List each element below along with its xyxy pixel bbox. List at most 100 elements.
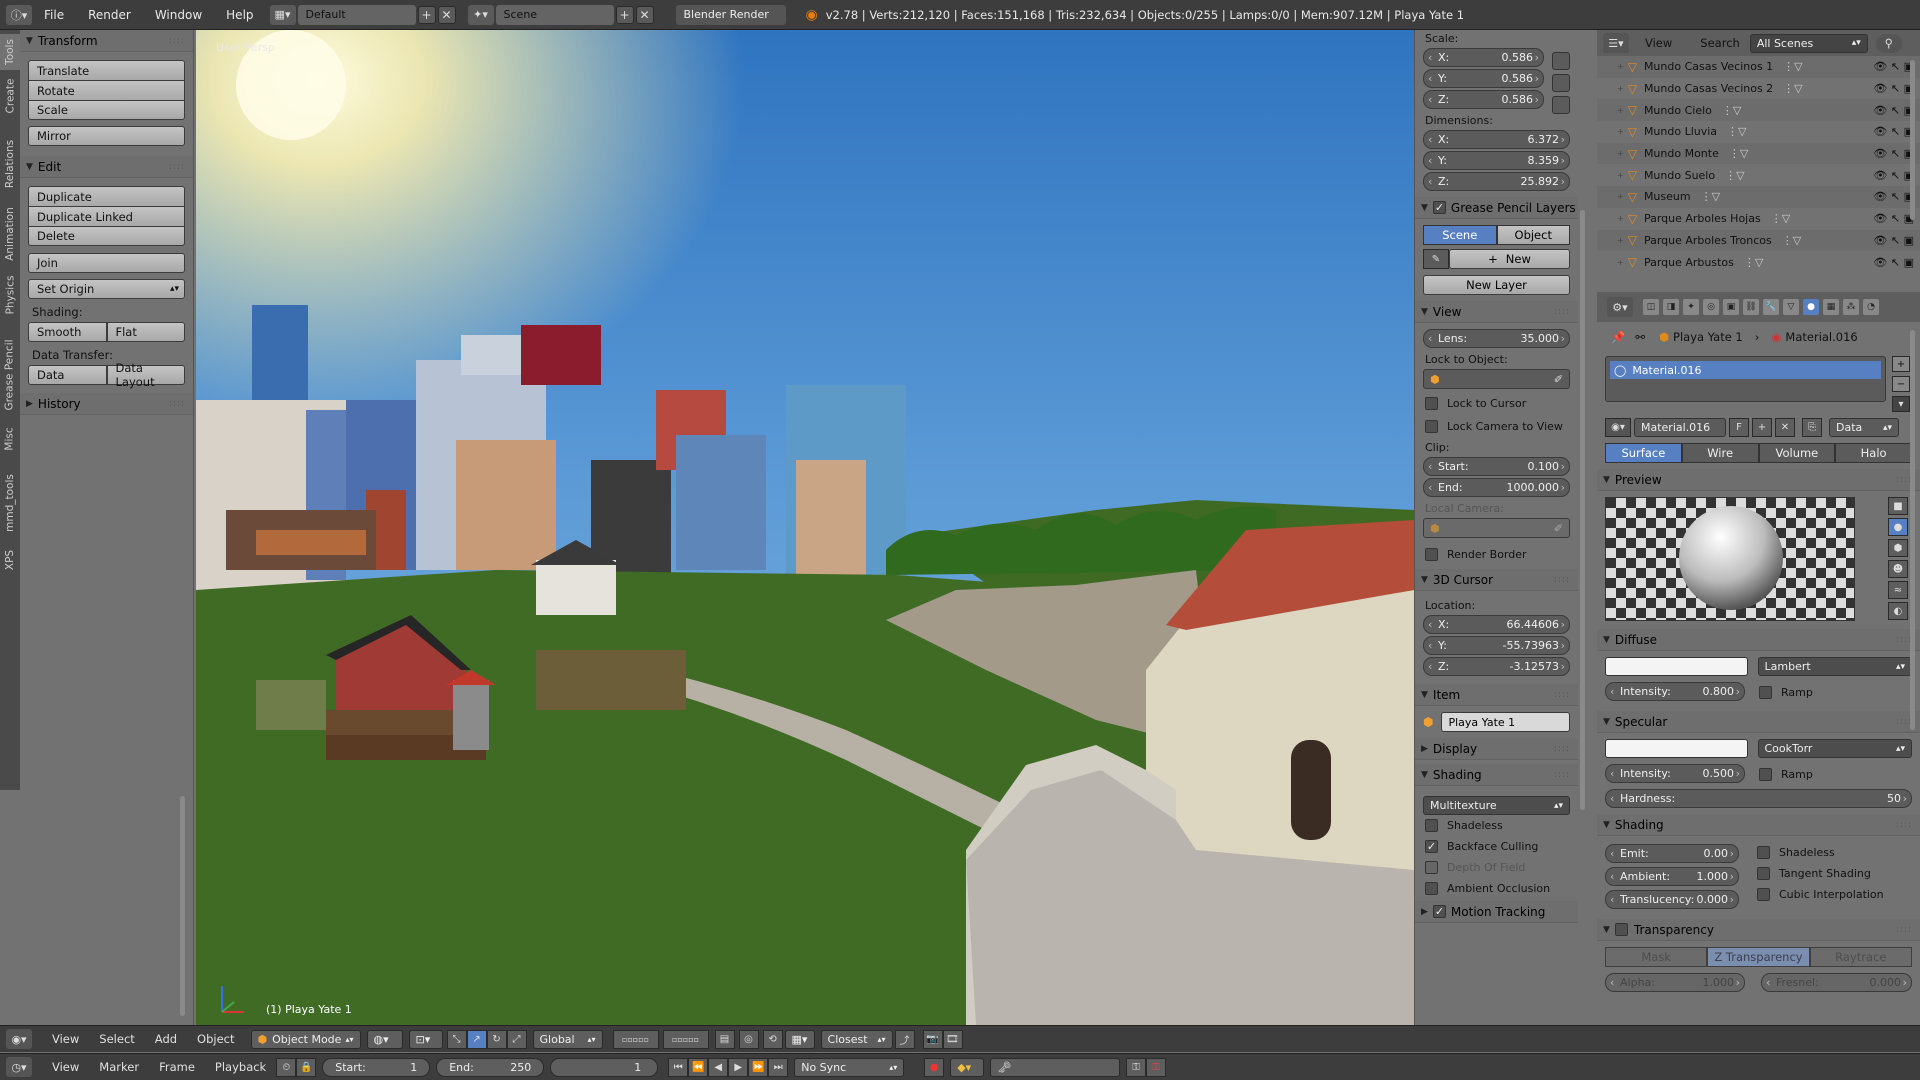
expand-icon[interactable]: + bbox=[1617, 214, 1624, 223]
render-opengl-icon[interactable]: 📷 bbox=[922, 1029, 943, 1049]
translucency-field[interactable]: Translucency:0.000 bbox=[1605, 890, 1739, 909]
data-tab-icon[interactable]: ▽ bbox=[1783, 299, 1799, 315]
transparency-panel-header[interactable]: ▼ Transparency:::: bbox=[1597, 919, 1920, 941]
select-menu[interactable]: Select bbox=[99, 1032, 134, 1046]
specular-intensity-field[interactable]: Intensity: 0.500 bbox=[1605, 764, 1745, 783]
preview-cube-icon[interactable]: ⬢ bbox=[1888, 539, 1908, 557]
local-camera-field[interactable]: ⬢ ✐ bbox=[1423, 518, 1570, 538]
grip-icon[interactable]: :::: bbox=[1554, 307, 1570, 317]
motion-tracking-checkbox[interactable]: ✓ bbox=[1432, 905, 1446, 918]
mirror-button[interactable]: Mirror bbox=[28, 126, 185, 146]
history-panel-header[interactable]: ▶ History:::: bbox=[20, 393, 193, 415]
constraints-tab-icon[interactable]: ⛓ bbox=[1743, 299, 1759, 315]
cursor-y-field[interactable]: Y: -55.73963 bbox=[1423, 636, 1570, 655]
visibility-icons[interactable]: 👁 ↖ ▣ bbox=[1873, 169, 1914, 182]
grip-icon[interactable]: :::: bbox=[1896, 925, 1912, 935]
menu-file[interactable]: File bbox=[44, 8, 64, 22]
ambient-occlusion-checkbox[interactable]: Ambient Occlusion bbox=[1425, 882, 1568, 895]
scale-button[interactable]: Scale bbox=[28, 100, 185, 120]
visibility-icons[interactable]: 👁 ↖ ▣ bbox=[1873, 60, 1914, 73]
preview-sky-icon[interactable]: ◐ bbox=[1888, 602, 1908, 620]
grip-icon[interactable]: :::: bbox=[1554, 575, 1570, 585]
scene-tab-icon[interactable]: ✦ bbox=[1683, 299, 1699, 315]
frame-menu[interactable]: Frame bbox=[159, 1060, 195, 1074]
transparency-checkbox[interactable] bbox=[1614, 923, 1628, 936]
lock-camera-checkbox[interactable]: Lock Camera to View bbox=[1425, 420, 1568, 433]
toolshelf-scrollbar[interactable] bbox=[180, 796, 185, 1016]
unlink-material-icon[interactable]: ✕ bbox=[1775, 418, 1795, 437]
view-menu[interactable]: View bbox=[52, 1032, 79, 1046]
expand-icon[interactable]: + bbox=[1617, 236, 1624, 245]
outliner-editor-icon[interactable]: ☰▾ bbox=[1603, 33, 1629, 53]
play-reverse-icon[interactable]: ◀ bbox=[708, 1057, 729, 1077]
hardness-field[interactable]: Hardness: 50 bbox=[1605, 789, 1912, 808]
expand-icon[interactable]: + bbox=[1617, 149, 1624, 158]
expand-icon[interactable]: + bbox=[1617, 258, 1624, 267]
diffuse-color-swatch[interactable] bbox=[1605, 657, 1748, 676]
outliner-scrollbar[interactable] bbox=[1910, 60, 1915, 220]
depth-of-field-checkbox[interactable]: Depth Of Field bbox=[1425, 861, 1568, 874]
grip-icon[interactable]: :::: bbox=[1554, 770, 1570, 780]
viewport-shading-select[interactable]: ◍▾ bbox=[366, 1029, 403, 1049]
grip-icon[interactable]: :::: bbox=[169, 162, 185, 172]
timeline-view-menu[interactable]: View bbox=[52, 1060, 79, 1074]
remove-scene-button[interactable]: ✕ bbox=[635, 5, 654, 24]
scale-manipulator-icon[interactable]: ⤢ bbox=[506, 1029, 527, 1049]
visibility-icons[interactable]: 👁 ↖ ▣ bbox=[1873, 125, 1914, 138]
properties-editor-icon[interactable]: ⚙▾ bbox=[1607, 297, 1633, 317]
shading-mode-select[interactable]: Multitexture ▴▾ bbox=[1423, 796, 1570, 815]
playback-menu[interactable]: Playback bbox=[215, 1060, 266, 1074]
outliner-row[interactable]: + ▽ Parque Arboles Troncos ⋮▽ 👁 ↖ ▣ bbox=[1597, 229, 1920, 252]
render-animation-icon[interactable]: 🎞 bbox=[942, 1029, 963, 1049]
material-slot-list[interactable]: ◯ Material.016 bbox=[1605, 356, 1886, 402]
mode-select[interactable]: ⬢ Object Mode ▴▾ bbox=[250, 1029, 361, 1049]
pin-icon[interactable]: 📌 bbox=[1611, 330, 1625, 344]
z-transparency-tab[interactable]: Z Transparency bbox=[1707, 947, 1810, 967]
tab-xps[interactable]: XPS bbox=[0, 542, 20, 578]
edit-panel-header[interactable]: ▼ Edit:::: bbox=[20, 156, 193, 178]
tab-animation[interactable]: Animation bbox=[0, 202, 20, 266]
lock-range-icon[interactable]: 🔒 bbox=[296, 1057, 317, 1077]
gp-object-button[interactable]: Object bbox=[1496, 225, 1570, 245]
scene-field[interactable]: Scene bbox=[495, 4, 614, 25]
emit-field[interactable]: Emit: 0.00 bbox=[1605, 844, 1739, 863]
preview-monkey-icon[interactable]: ☻ bbox=[1888, 560, 1908, 578]
properties-scrollbar[interactable] bbox=[1910, 330, 1915, 730]
raytrace-tab[interactable]: Raytrace bbox=[1809, 947, 1912, 967]
lock-icon[interactable] bbox=[1552, 96, 1570, 114]
snap-toggle-icon[interactable]: ⟲ bbox=[762, 1029, 783, 1049]
3d-cursor-panel-header[interactable]: ▼ 3D Cursor:::: bbox=[1415, 569, 1578, 591]
lock-icon[interactable] bbox=[1552, 52, 1570, 70]
jump-end-icon[interactable]: ⏭ bbox=[768, 1057, 789, 1077]
duplicate-linked-button[interactable]: Duplicate Linked bbox=[28, 206, 185, 226]
visibility-icons[interactable]: 👁 ↖ ▣ bbox=[1873, 256, 1914, 269]
add-slot-icon[interactable]: + bbox=[1892, 356, 1910, 372]
object-menu[interactable]: Object bbox=[197, 1032, 234, 1046]
object-tab-icon[interactable]: ▣ bbox=[1723, 299, 1739, 315]
display-mode-select[interactable]: All Scenes ▴▾ bbox=[1749, 33, 1868, 53]
eyedropper-icon[interactable]: ✐ bbox=[1554, 373, 1563, 386]
layer-buttons[interactable]: ▫▫▫▫▫ ▫▫▫▫▫ bbox=[612, 1029, 709, 1049]
outliner-row[interactable]: + ▽ Mundo Casas Vecinos 1 ⋮▽ 👁 ↖ ▣ bbox=[1597, 56, 1920, 78]
ambient-field[interactable]: Ambient: 1.000 bbox=[1605, 867, 1739, 886]
cursor-z-field[interactable]: Z: -3.12573 bbox=[1423, 657, 1570, 676]
expand-icon[interactable]: + bbox=[1617, 84, 1624, 93]
current-frame-field[interactable]: 1 bbox=[550, 1057, 659, 1077]
clip-end-field[interactable]: End: 1000.000 bbox=[1423, 478, 1570, 497]
tab-misc[interactable]: Misc bbox=[0, 422, 20, 456]
dim-x-field[interactable]: X: 6.372 bbox=[1423, 130, 1570, 149]
next-keyframe-icon[interactable]: ⏩ bbox=[748, 1057, 769, 1077]
gp-new-button[interactable]: + New bbox=[1449, 249, 1570, 269]
item-panel-header[interactable]: ▼ Item:::: bbox=[1415, 684, 1578, 706]
specular-shader-select[interactable]: CookTorr ▴▾ bbox=[1757, 739, 1912, 758]
mask-tab[interactable]: Mask bbox=[1605, 947, 1708, 967]
npanel-scrollbar[interactable] bbox=[1580, 210, 1585, 810]
world-tab-icon[interactable]: ◎ bbox=[1703, 299, 1719, 315]
cubic-interpolation-checkbox[interactable]: Cubic Interpolation bbox=[1757, 888, 1910, 901]
scale-x-field[interactable]: X: 0.586 bbox=[1423, 48, 1544, 67]
add-scene-button[interactable]: + bbox=[615, 5, 634, 24]
lock-layers-icon[interactable]: ▤ bbox=[714, 1029, 735, 1049]
smooth-button[interactable]: Smooth bbox=[28, 322, 107, 342]
fake-user-button[interactable]: F bbox=[1729, 418, 1749, 437]
remove-layout-button[interactable]: ✕ bbox=[437, 5, 456, 24]
